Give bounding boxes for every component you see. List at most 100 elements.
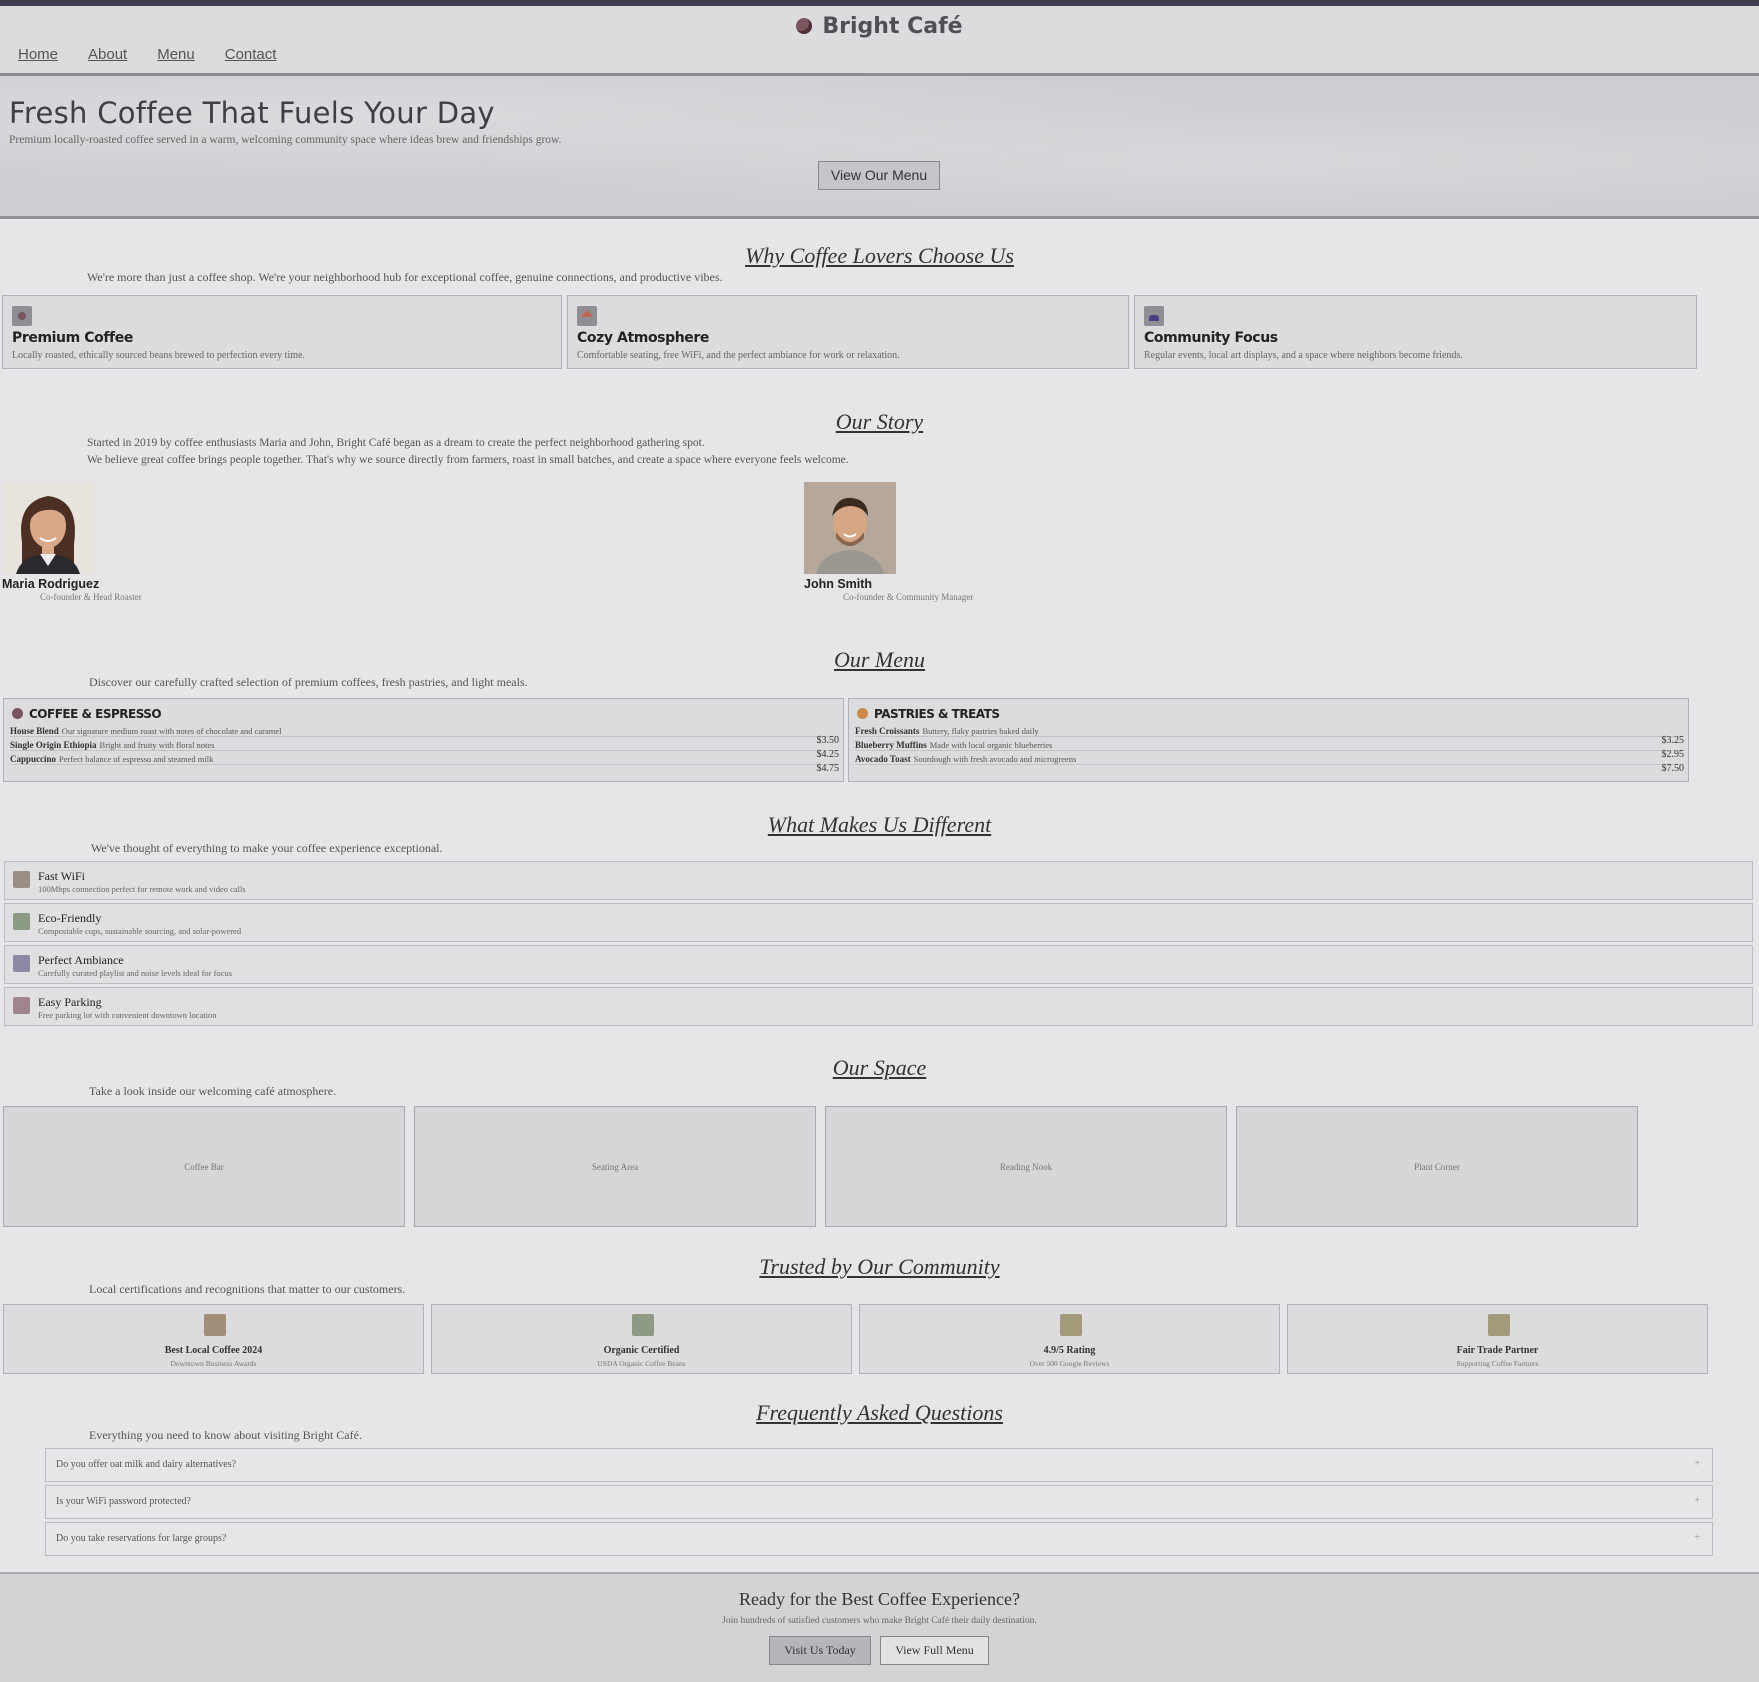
faq-title: Frequently Asked Questions (756, 1400, 1003, 1425)
gallery-tile[interactable]: Plant Corner (1236, 1106, 1638, 1227)
nav-contact[interactable]: Contact (225, 46, 277, 63)
gallery-caption: Reading Nook (999, 1162, 1053, 1172)
view-menu-button[interactable]: View Our Menu (818, 161, 940, 190)
nav-home[interactable]: Home (18, 46, 58, 63)
trust-title-text: 4.9/5 Rating (1043, 1345, 1096, 1356)
handshake-icon (1488, 1314, 1510, 1336)
feature-title: Cozy Atmosphere (577, 330, 709, 346)
faq-item[interactable]: Do you take reservations for large group… (45, 1522, 1713, 1556)
menu-category-pastries: PASTRIES & TREATS Fresh Croissants Butter… (848, 698, 1689, 782)
trust-title-text: Organic Certified (603, 1345, 680, 1356)
maria-photo (2, 482, 94, 574)
menu-item[interactable]: Blueberry Muffins Made with local organic… (855, 740, 1684, 751)
menu-category-heading: PASTRIES & TREATS (857, 707, 1000, 721)
menu-title: Our Menu (833, 647, 926, 672)
brand-name: Bright Café (822, 14, 963, 39)
trust-sub-text: Over 500 Google Reviews (1029, 1359, 1110, 1368)
faq-question: Is your WiFi password protected? (56, 1496, 191, 1507)
feature-row-desc: Compostable cups, sustainable sourcing, … (38, 926, 242, 936)
menu-category-coffee: COFFEE & ESPRESSO House Blend Our signatu… (3, 698, 844, 782)
menu-subtitle: Discover our carefully crafted selection… (89, 675, 528, 689)
feature-row-desc: 100Mbps connection perfect for remote wo… (38, 884, 246, 894)
story-paragraph: Started in 2019 by coffee enthusiasts Ma… (87, 437, 705, 449)
trust-title: Trusted by Our Community (759, 1254, 1000, 1279)
croissant-icon (857, 708, 868, 719)
menu-price: $3.25 (1661, 735, 1685, 746)
expand-icon[interactable]: + (1694, 1458, 1700, 1469)
feature-row-title: Perfect Ambiance (38, 953, 124, 967)
story-title: Our Story (835, 409, 924, 434)
cta-section: Ready for the Best Coffee Experience? Jo… (0, 1572, 1759, 1682)
view-full-menu-button[interactable]: View Full Menu (880, 1636, 989, 1665)
why-title: Why Coffee Lovers Choose Us (745, 243, 1014, 268)
nav-menu[interactable]: Menu (157, 46, 195, 63)
person-role: Co-founder & Community Manager (843, 592, 974, 602)
home-icon (577, 306, 597, 326)
feature-row: Fast WiFi 100Mbps connection perfect for… (4, 861, 1753, 900)
menu-item[interactable]: Avocado Toast Sourdough with fresh avocad… (855, 754, 1684, 765)
story-paragraph: We believe great coffee brings people to… (87, 454, 849, 466)
cta-subtitle: Join hundreds of satisfied customers who… (722, 1616, 1037, 1626)
feature-row: Perfect Ambiance Carefully curated playl… (4, 945, 1753, 984)
trust-card: Fair Trade Partner Supporting Coffee Far… (1287, 1304, 1708, 1374)
music-icon (13, 955, 30, 972)
faq-item[interactable]: Do you offer oat milk and dairy alternat… (45, 1448, 1713, 1482)
gallery-tile[interactable]: Seating Area (414, 1106, 816, 1227)
menu-item[interactable]: House Blend Our signature medium roast wi… (10, 726, 839, 737)
feature-title: Community Focus (1144, 330, 1278, 346)
coffee-icon (12, 708, 23, 719)
faq-subtitle: Everything you need to know about visiti… (89, 1428, 362, 1442)
feature-desc: Regular events, local art displays, and … (1144, 350, 1463, 361)
trust-title-text: Best Local Coffee 2024 (164, 1345, 263, 1356)
hero-section: Fresh Coffee That Fuels Your Day Premium… (0, 76, 1759, 219)
feature-row-title: Eco-Friendly (38, 911, 102, 925)
brand[interactable]: Bright Café (0, 14, 1759, 39)
trust-sub-text: Downtown Business Awards (170, 1359, 257, 1368)
expand-icon[interactable]: + (1694, 1532, 1700, 1543)
leaf-icon (632, 1314, 654, 1336)
menu-item[interactable]: Single Origin Ethiopia Bright and fruity … (10, 740, 839, 751)
space-subtitle: Take a look inside our welcoming café at… (89, 1084, 337, 1098)
person-name: Maria Rodriguez (2, 577, 100, 591)
trust-card: 4.9/5 Rating Over 500 Google Reviews (859, 1304, 1280, 1374)
trust-subtitle: Local certifications and recognitions th… (89, 1282, 406, 1296)
nav-about[interactable]: About (88, 46, 127, 63)
menu-item[interactable]: Fresh Croissants Buttery, flaky pastries … (855, 726, 1684, 737)
trust-card: Organic Certified USDA Organic Coffee Be… (431, 1304, 852, 1374)
gallery-tile[interactable]: Reading Nook (825, 1106, 1227, 1227)
visit-us-button[interactable]: Visit Us Today (769, 1636, 871, 1665)
hero-subtitle: Premium locally-roasted coffee served in… (9, 134, 562, 146)
cta-title: Ready for the Best Coffee Experience? (738, 1589, 1021, 1609)
feature-card: Community Focus Regular events, local ar… (1134, 295, 1697, 369)
trust-sub-text: Supporting Coffee Farmers (1456, 1359, 1539, 1368)
gallery-caption: Seating Area (591, 1162, 639, 1172)
gallery-tile[interactable]: Coffee Bar (3, 1106, 405, 1227)
feature-row-desc: Free parking lot with convenient downtow… (38, 1010, 217, 1020)
site-header: Bright Café Home About Menu Contact (0, 6, 1759, 76)
star-icon (1060, 1314, 1082, 1336)
coffee-cup-icon (796, 18, 813, 34)
faq-question: Do you take reservations for large group… (56, 1533, 227, 1544)
menu-item[interactable]: Cappuccino Perfect balance of espresso an… (10, 754, 839, 765)
menu-price: $4.25 (816, 749, 840, 760)
faq-item[interactable]: Is your WiFi password protected? + (45, 1485, 1713, 1519)
different-subtitle: We've thought of everything to make your… (91, 841, 443, 855)
why-subtitle: We're more than just a coffee shop. We'r… (87, 270, 723, 284)
people-icon (1144, 306, 1164, 326)
person-role: Co-founder & Head Roaster (40, 592, 142, 602)
feature-row: Easy Parking Free parking lot with conve… (4, 987, 1753, 1026)
menu-category-heading: COFFEE & ESPRESSO (12, 707, 162, 721)
feature-row-title: Easy Parking (38, 995, 102, 1009)
wifi-icon (13, 871, 30, 888)
car-icon (13, 997, 30, 1014)
menu-price: $7.50 (1661, 763, 1685, 774)
john-photo (804, 482, 896, 574)
trust-card: Best Local Coffee 2024 Downtown Business… (3, 1304, 424, 1374)
menu-price: $2.95 (1661, 749, 1685, 760)
coffee-icon (12, 306, 32, 326)
trust-sub-text: USDA Organic Coffee Beans (597, 1359, 686, 1368)
feature-title: Premium Coffee (12, 330, 133, 346)
space-title: Our Space (832, 1055, 927, 1080)
expand-icon[interactable]: + (1694, 1495, 1700, 1506)
feature-desc: Locally roasted, ethically sourced beans… (12, 350, 305, 361)
